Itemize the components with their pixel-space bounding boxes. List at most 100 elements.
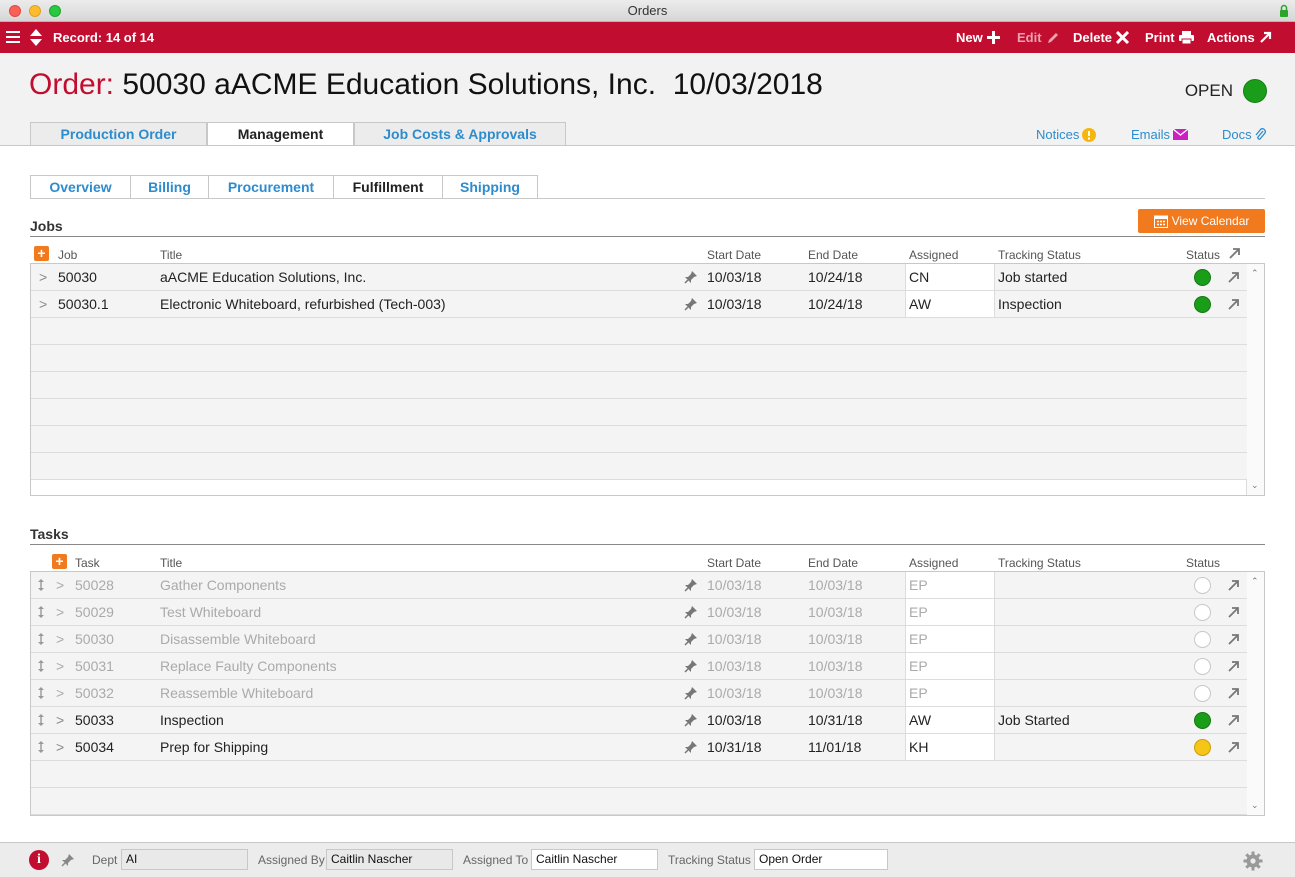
print-button[interactable]: Print	[1145, 22, 1194, 53]
table-row[interactable]: >50030 aACME Education Solutions, Inc. 10/…	[31, 264, 1247, 291]
open-record-arrow-icon[interactable]	[1228, 742, 1239, 753]
drag-handle[interactable]	[37, 686, 45, 700]
expand-chevron[interactable]: >	[56, 572, 64, 598]
expand-chevron[interactable]: >	[39, 264, 47, 290]
open-record-arrow-icon[interactable]	[1228, 661, 1239, 672]
open-record-button[interactable]	[1228, 634, 1239, 645]
open-record-arrow-icon[interactable]	[1228, 607, 1239, 618]
gear-icon[interactable]	[1243, 851, 1263, 871]
tab-shipping[interactable]: Shipping	[442, 175, 538, 198]
drag-handle-icon[interactable]	[37, 686, 45, 700]
pin-icon[interactable]	[684, 686, 698, 700]
pin-icon[interactable]	[684, 632, 698, 646]
table-row[interactable]: >50031 Replace Faulty Components 10/03/18 1…	[31, 653, 1247, 680]
drag-handle-icon[interactable]	[37, 632, 45, 646]
tab-management[interactable]: Management	[207, 122, 354, 146]
table-row[interactable]: >50034 Prep for Shipping 10/31/18 11/01/18 K…	[31, 734, 1247, 761]
pin-icon[interactable]	[684, 297, 698, 311]
delete-button[interactable]: Delete	[1073, 22, 1130, 53]
open-record-arrow-icon[interactable]	[1228, 272, 1239, 283]
tab-production-order[interactable]: Production Order	[30, 122, 207, 145]
emails-link[interactable]: Emails	[1131, 127, 1189, 142]
pin-icon[interactable]	[684, 659, 698, 673]
pin-button[interactable]	[684, 297, 698, 311]
open-record-button[interactable]	[1228, 607, 1239, 618]
minimize-window-button[interactable]	[29, 5, 41, 17]
expand-chevron[interactable]: >	[56, 707, 64, 733]
actions-button[interactable]: Actions	[1207, 22, 1272, 53]
jobs-scrollbar[interactable]: ⌃ ⌄	[1246, 264, 1264, 495]
open-record-button[interactable]	[1228, 299, 1239, 310]
pin-button[interactable]	[684, 659, 698, 673]
pin-button[interactable]	[684, 713, 698, 727]
open-record-arrow-icon[interactable]	[1228, 580, 1239, 591]
pin-button[interactable]	[684, 270, 698, 284]
scroll-up-icon[interactable]: ⌃	[1251, 576, 1259, 587]
open-record-arrow-icon[interactable]	[1228, 634, 1239, 645]
table-row[interactable]: >50032 Reassemble Whiteboard 10/03/18 10/03…	[31, 680, 1247, 707]
zoom-window-button[interactable]	[49, 5, 61, 17]
scroll-down-icon[interactable]: ⌄	[1251, 480, 1259, 491]
table-row[interactable]: >50030 Disassemble Whiteboard 10/03/18 10/0…	[31, 626, 1247, 653]
drag-handle[interactable]	[37, 713, 45, 727]
view-calendar-button[interactable]: View Calendar	[1138, 209, 1265, 233]
expand-chevron[interactable]: >	[39, 291, 47, 317]
drag-handle-icon[interactable]	[37, 713, 45, 727]
open-record-arrow-icon[interactable]	[1228, 715, 1239, 726]
pin-icon[interactable]	[684, 713, 698, 727]
pin-button[interactable]	[684, 605, 698, 619]
close-window-button[interactable]	[9, 5, 21, 17]
tracking-status-field[interactable]: Open Order	[754, 849, 888, 870]
tab-overview[interactable]: Overview	[30, 175, 131, 198]
expand-chevron[interactable]: >	[56, 599, 64, 625]
expand-chevron[interactable]: >	[56, 653, 64, 679]
open-record-button[interactable]	[1228, 688, 1239, 699]
info-icon[interactable]: i	[29, 850, 49, 870]
drag-handle[interactable]	[37, 605, 45, 619]
docs-link[interactable]: Docs	[1222, 127, 1267, 142]
drag-handle-icon[interactable]	[37, 578, 45, 592]
open-record-button[interactable]	[1228, 580, 1239, 591]
tab-procurement[interactable]: Procurement	[208, 175, 334, 198]
expand-chevron[interactable]: >	[56, 626, 64, 652]
pin-button[interactable]	[684, 686, 698, 700]
pin-button[interactable]	[684, 740, 698, 754]
add-task-button[interactable]: +	[52, 554, 67, 569]
pin-icon[interactable]	[684, 740, 698, 754]
drag-handle[interactable]	[37, 659, 45, 673]
edit-button[interactable]: Edit	[1017, 22, 1060, 53]
tab-job-costs-approvals[interactable]: Job Costs & Approvals	[354, 122, 566, 145]
drag-handle[interactable]	[37, 632, 45, 646]
add-job-button[interactable]: +	[34, 246, 49, 261]
table-row[interactable]: >50030.1 Electronic Whiteboard, refurbish…	[31, 291, 1247, 318]
open-record-button[interactable]	[1228, 272, 1239, 283]
drag-handle-icon[interactable]	[37, 740, 45, 754]
table-row[interactable]: >50029 Test Whiteboard 10/03/18 10/03/18 EP	[31, 599, 1247, 626]
tab-billing[interactable]: Billing	[130, 175, 209, 198]
pin-button[interactable]	[684, 578, 698, 592]
table-row[interactable]: >50028 Gather Components 10/03/18 10/03/18 E…	[31, 572, 1247, 599]
pin-icon[interactable]	[684, 605, 698, 619]
expand-chevron[interactable]: >	[56, 680, 64, 706]
record-nav-arrows-icon[interactable]	[29, 28, 43, 47]
drag-handle-icon[interactable]	[37, 659, 45, 673]
tasks-scrollbar[interactable]: ⌃ ⌄	[1246, 572, 1264, 815]
drag-handle-icon[interactable]	[37, 605, 45, 619]
notices-link[interactable]: Notices	[1036, 127, 1097, 142]
pin-icon[interactable]	[684, 578, 698, 592]
expand-arrow-icon[interactable]	[1229, 248, 1240, 259]
expand-chevron[interactable]: >	[56, 734, 64, 760]
drag-handle[interactable]	[37, 740, 45, 754]
scroll-up-icon[interactable]: ⌃	[1251, 268, 1259, 279]
pin-icon[interactable]	[61, 853, 75, 867]
tab-fulfillment[interactable]: Fulfillment	[333, 175, 443, 198]
open-record-button[interactable]	[1228, 715, 1239, 726]
scroll-down-icon[interactable]: ⌄	[1251, 800, 1259, 811]
open-record-button[interactable]	[1228, 742, 1239, 753]
table-row[interactable]: >50033 Inspection 10/03/18 10/31/18 AW Job St…	[31, 707, 1247, 734]
pin-button[interactable]	[684, 632, 698, 646]
open-record-arrow-icon[interactable]	[1228, 688, 1239, 699]
menu-icon[interactable]	[6, 30, 20, 44]
new-button[interactable]: New	[956, 22, 1000, 53]
open-record-button[interactable]	[1228, 661, 1239, 672]
